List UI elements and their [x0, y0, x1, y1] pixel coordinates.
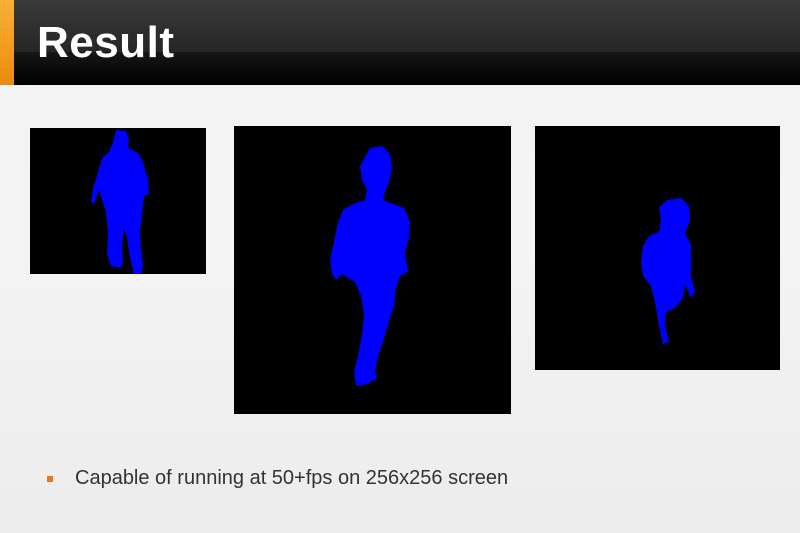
segmentation-image-2 — [234, 126, 511, 414]
slide-title: Result — [37, 18, 175, 67]
bullet-marker — [47, 476, 53, 482]
person-silhouette-2 — [330, 146, 410, 386]
person-silhouette-1 — [91, 130, 149, 274]
bullet-item: Capable of running at 50+fps on 256x256 … — [47, 467, 508, 490]
bullet-text: Capable of running at 50+fps on 256x256 … — [75, 467, 509, 489]
person-silhouette-3 — [641, 198, 695, 344]
segmentation-image-3 — [535, 126, 780, 370]
title-bar: Result — [0, 0, 800, 85]
accent-bar — [0, 0, 14, 85]
segmentation-image-1 — [30, 128, 206, 274]
